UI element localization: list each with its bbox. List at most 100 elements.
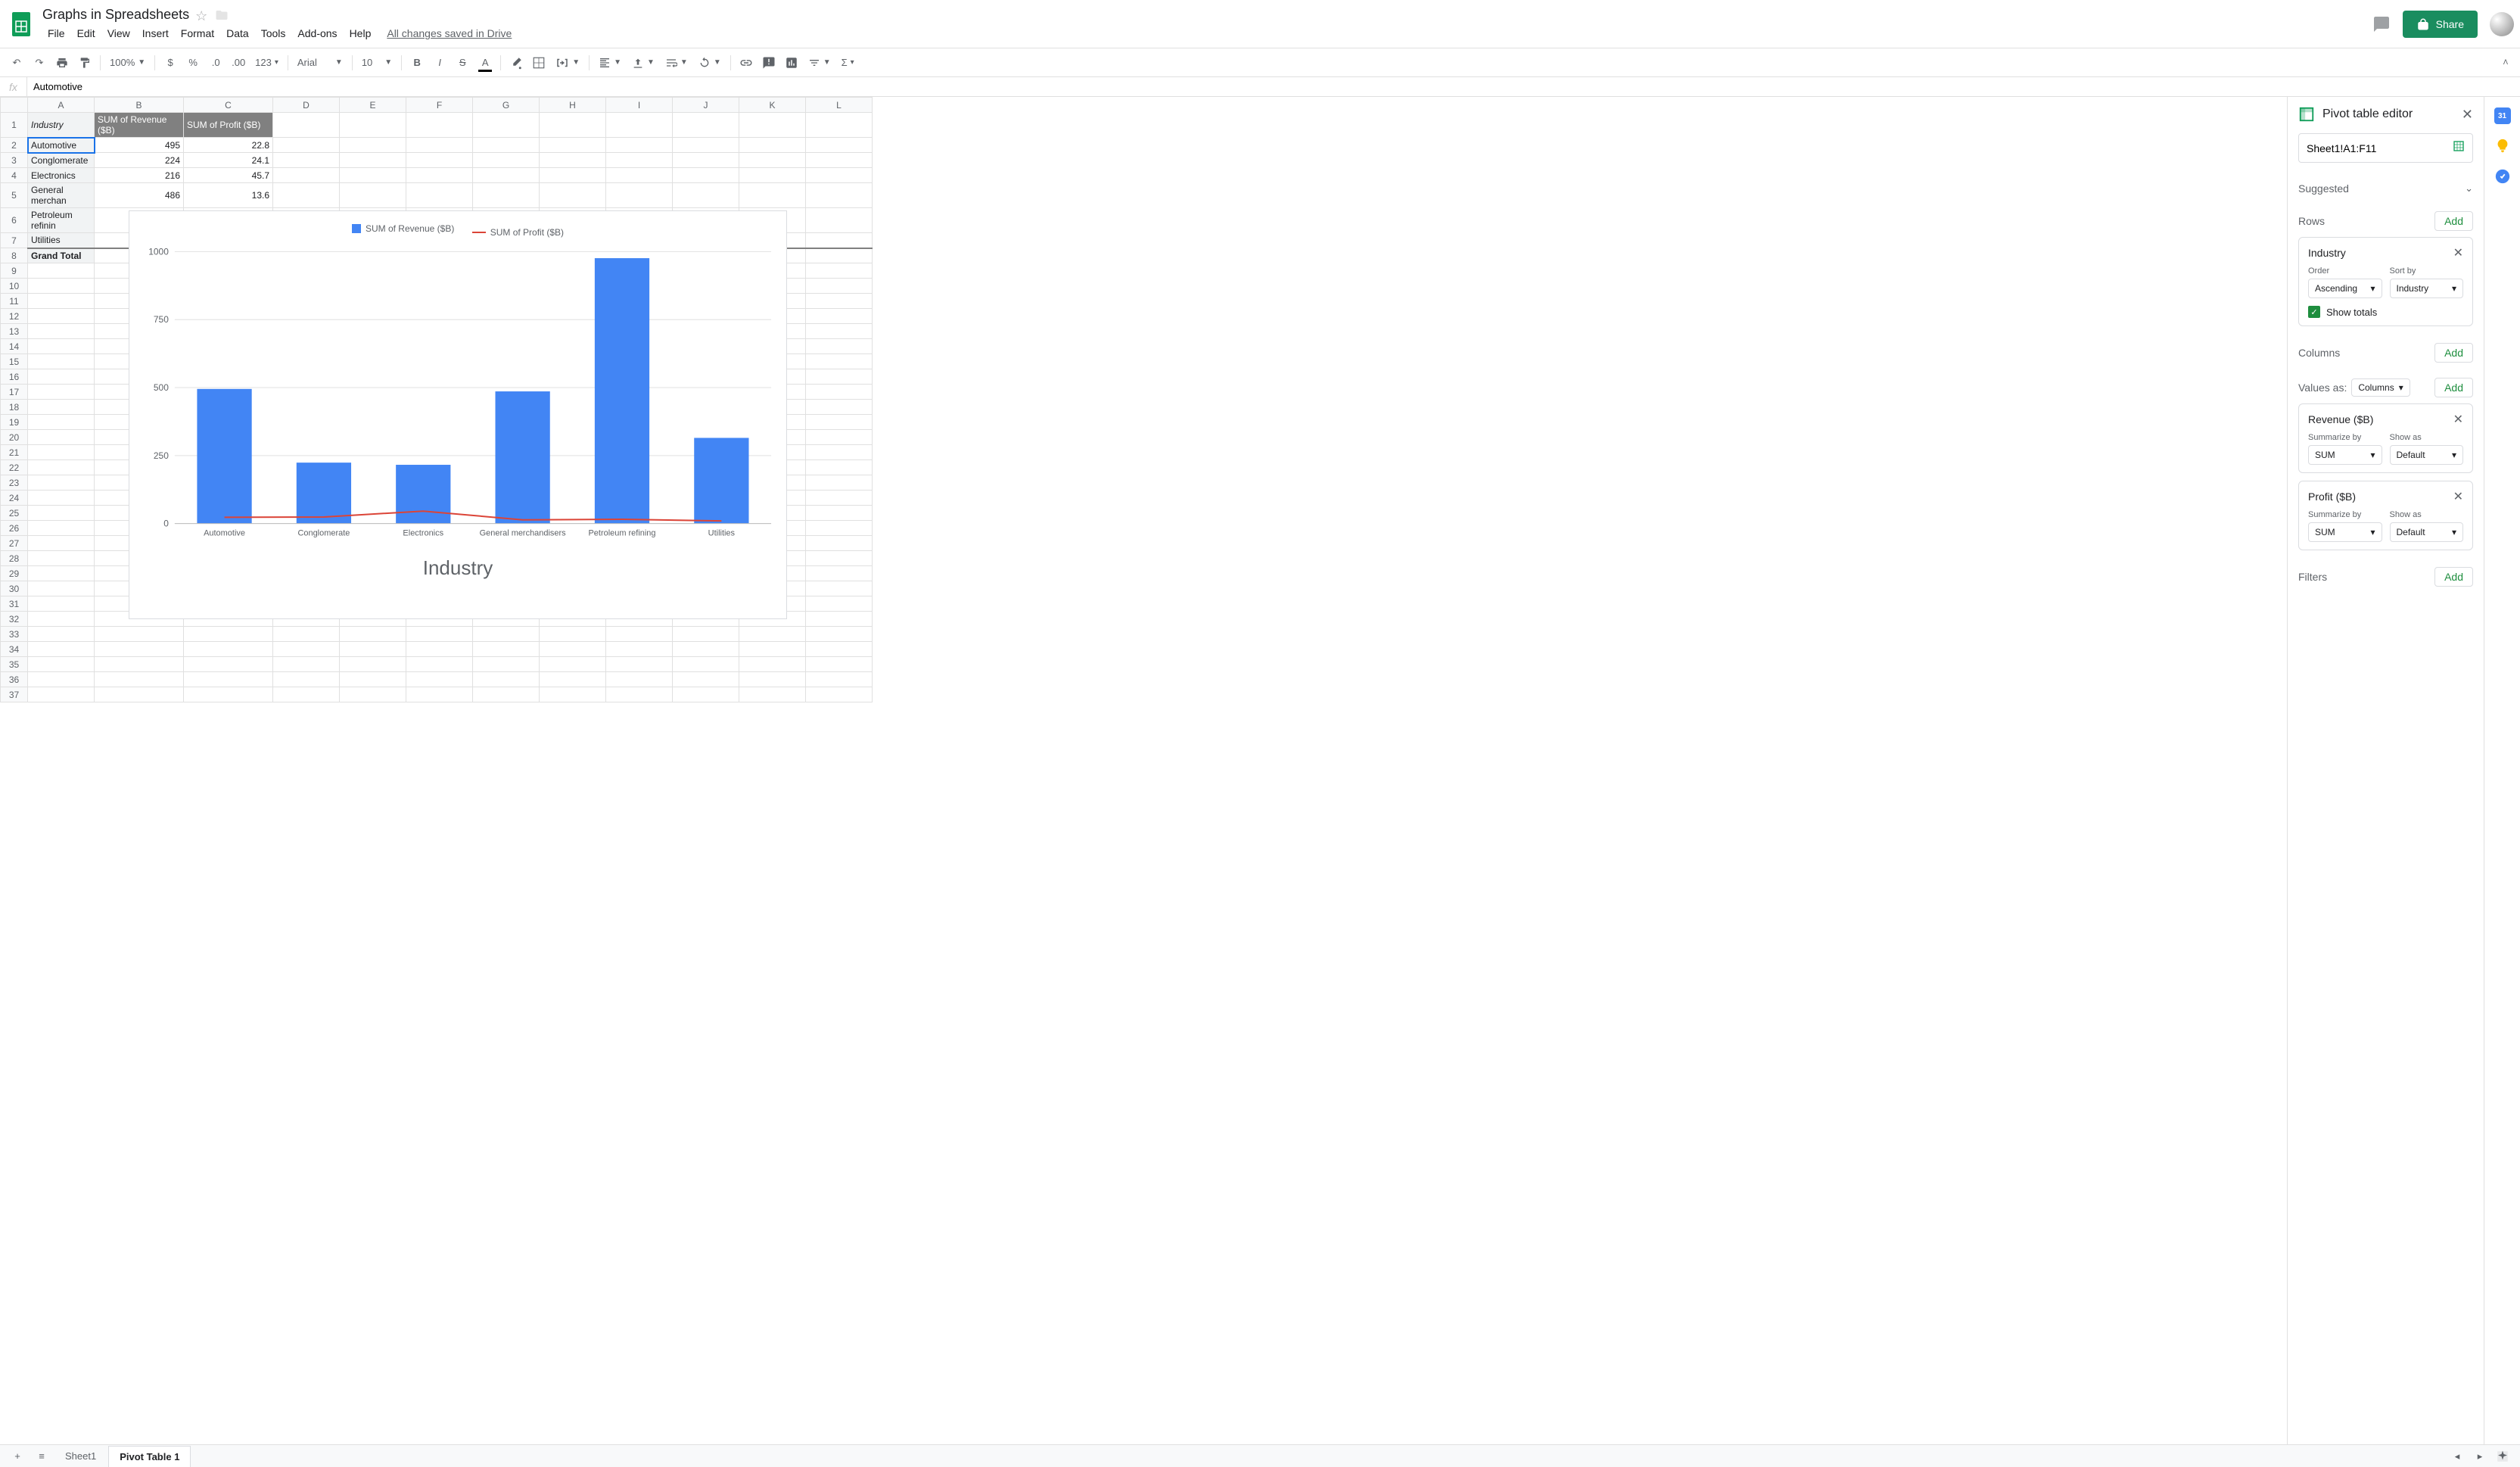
cell[interactable]: [473, 138, 540, 153]
font-size-select[interactable]: 10▼: [357, 53, 397, 73]
cell[interactable]: [806, 642, 873, 657]
row-header[interactable]: 25: [1, 506, 28, 521]
col-header-B[interactable]: B: [95, 98, 184, 113]
cell[interactable]: [806, 506, 873, 521]
row-header[interactable]: 3: [1, 153, 28, 168]
cell[interactable]: [739, 168, 806, 183]
cell[interactable]: [806, 385, 873, 400]
row-header[interactable]: 14: [1, 339, 28, 354]
show-totals-checkbox[interactable]: ✓ Show totals: [2308, 306, 2463, 318]
cell[interactable]: [473, 687, 540, 702]
cell[interactable]: [806, 153, 873, 168]
col-header-G[interactable]: G: [473, 98, 540, 113]
cell[interactable]: [806, 208, 873, 233]
fx-icon[interactable]: fx: [0, 77, 27, 96]
cell[interactable]: [540, 657, 606, 672]
cell[interactable]: [28, 551, 95, 566]
select-range-icon[interactable]: [2453, 140, 2465, 156]
explore-icon[interactable]: [2491, 1447, 2514, 1466]
menu-view[interactable]: View: [102, 24, 135, 42]
cell[interactable]: [473, 183, 540, 208]
row-header[interactable]: 27: [1, 536, 28, 551]
comment-icon[interactable]: [758, 52, 779, 73]
cell[interactable]: [673, 657, 739, 672]
col-header-C[interactable]: C: [184, 98, 273, 113]
cell[interactable]: [273, 168, 340, 183]
row-header[interactable]: 5: [1, 183, 28, 208]
cell[interactable]: [28, 596, 95, 612]
cell[interactable]: [28, 400, 95, 415]
cell[interactable]: [540, 183, 606, 208]
scroll-right-icon[interactable]: ▸: [2469, 1447, 2491, 1466]
cell[interactable]: [28, 491, 95, 506]
cell[interactable]: [673, 627, 739, 642]
add-columns-button[interactable]: Add: [2434, 343, 2473, 363]
save-status[interactable]: All changes saved in Drive: [387, 27, 512, 39]
cell[interactable]: [739, 113, 806, 138]
cell[interactable]: [184, 687, 273, 702]
legend-item-profit[interactable]: SUM of Profit ($B): [472, 227, 564, 238]
cell[interactable]: [28, 309, 95, 324]
cell[interactable]: [95, 672, 184, 687]
cell[interactable]: [739, 672, 806, 687]
cell[interactable]: [406, 153, 473, 168]
font-select[interactable]: Arial▼: [293, 53, 347, 73]
cell[interactable]: [184, 657, 273, 672]
wrap-select[interactable]: ▼: [661, 53, 692, 73]
cell[interactable]: 224: [95, 153, 184, 168]
row-header[interactable]: 10: [1, 279, 28, 294]
showas-select[interactable]: Default▾: [2390, 445, 2464, 465]
cell[interactable]: [184, 627, 273, 642]
cell[interactable]: [28, 385, 95, 400]
cell[interactable]: [406, 627, 473, 642]
cell[interactable]: 45.7: [184, 168, 273, 183]
add-sheet-icon[interactable]: +: [6, 1447, 29, 1466]
formula-input[interactable]: [27, 81, 2520, 92]
cell[interactable]: [473, 657, 540, 672]
cell[interactable]: [606, 672, 673, 687]
cell[interactable]: [806, 521, 873, 536]
comments-icon[interactable]: [2372, 15, 2391, 33]
cell[interactable]: [806, 354, 873, 369]
cell[interactable]: Petroleum refinin: [28, 208, 95, 233]
remove-row-icon[interactable]: ✕: [2453, 245, 2463, 260]
cell[interactable]: [28, 369, 95, 385]
cell[interactable]: [473, 642, 540, 657]
row-header[interactable]: 1: [1, 113, 28, 138]
move-folder-icon[interactable]: [215, 8, 229, 22]
cell[interactable]: [806, 263, 873, 279]
cell[interactable]: [739, 138, 806, 153]
cell[interactable]: [406, 113, 473, 138]
menu-format[interactable]: Format: [176, 24, 219, 42]
link-icon[interactable]: [736, 52, 757, 73]
cell[interactable]: [340, 657, 406, 672]
add-filters-button[interactable]: Add: [2434, 567, 2473, 587]
add-rows-button[interactable]: Add: [2434, 211, 2473, 231]
cell[interactable]: [806, 279, 873, 294]
chart-icon[interactable]: [781, 52, 802, 73]
summarize-select[interactable]: SUM▾: [2308, 522, 2382, 542]
cell[interactable]: [340, 687, 406, 702]
increase-decimal-icon[interactable]: .00: [228, 52, 249, 73]
row-header[interactable]: 11: [1, 294, 28, 309]
cell[interactable]: [28, 475, 95, 491]
cell[interactable]: [95, 627, 184, 642]
col-header-H[interactable]: H: [540, 98, 606, 113]
menu-edit[interactable]: Edit: [72, 24, 101, 42]
col-header-I[interactable]: I: [606, 98, 673, 113]
cell[interactable]: [806, 369, 873, 385]
cell[interactable]: [806, 248, 873, 263]
cell[interactable]: [273, 672, 340, 687]
row-header[interactable]: 35: [1, 657, 28, 672]
cell[interactable]: [739, 153, 806, 168]
cell[interactable]: [28, 460, 95, 475]
cell[interactable]: [806, 168, 873, 183]
cell[interactable]: [606, 687, 673, 702]
cell[interactable]: [28, 506, 95, 521]
cell[interactable]: [806, 294, 873, 309]
toolbar-collapse-icon[interactable]: ᐱ: [2503, 58, 2508, 67]
menu-file[interactable]: File: [42, 24, 70, 42]
cell[interactable]: [28, 566, 95, 581]
cell[interactable]: [340, 168, 406, 183]
doc-title[interactable]: Graphs in Spreadsheets: [42, 7, 189, 23]
